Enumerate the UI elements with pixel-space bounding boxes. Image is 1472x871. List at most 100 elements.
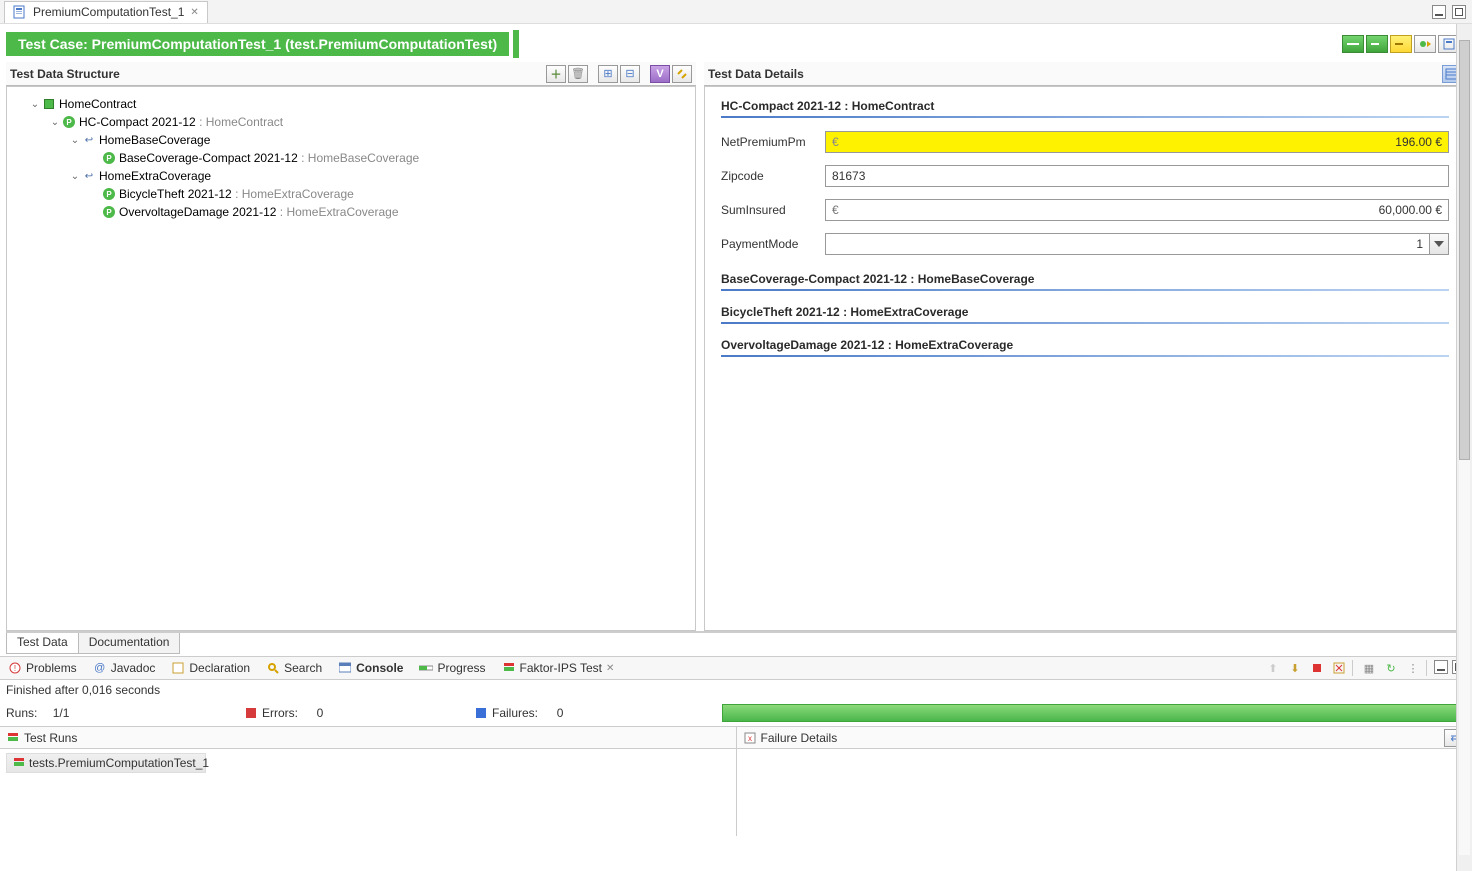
svg-text:x: x — [748, 734, 752, 743]
product-icon: P — [101, 205, 117, 219]
tab-label: Declaration — [189, 661, 250, 675]
failures-label: Failures: — [492, 706, 538, 720]
netpremium-field[interactable]: € 196.00 € — [825, 131, 1449, 153]
tab-test-data[interactable]: Test Data — [6, 633, 79, 654]
tab-search[interactable]: Search — [258, 659, 330, 677]
menu-button[interactable]: ⋮ — [1404, 660, 1422, 676]
test-progress-bar — [722, 704, 1460, 722]
link-button[interactable] — [672, 65, 692, 83]
tree-label: HomeExtraCoverage — [99, 169, 211, 183]
tab-label: Faktor-IPS Test — [520, 661, 602, 675]
tab-label: Javadoc — [111, 661, 156, 675]
tree-label: OvervoltageDamage 2021-12 — [119, 205, 276, 219]
close-icon[interactable]: ✕ — [190, 7, 198, 18]
tab-label: Console — [356, 661, 403, 675]
twisty-icon[interactable]: ⌄ — [49, 117, 61, 128]
suminsured-field[interactable]: € 60,000.00 € — [825, 199, 1449, 221]
show-all-button[interactable] — [1342, 35, 1364, 53]
case-title: Test Case: PremiumComputationTest_1 (tes… — [6, 32, 509, 56]
section-header: HC-Compact 2021-12 : HomeContract — [721, 99, 1449, 118]
minimize-button[interactable] — [1432, 5, 1446, 19]
header-gutter — [513, 30, 519, 58]
results-area: Test Runs tests.PremiumComputationTest_1… — [0, 726, 1472, 836]
tab-label: Search — [284, 661, 322, 675]
currency-prefix: € — [832, 135, 839, 149]
tree-node[interactable]: · P OvervoltageDamage 2021-12 : HomeExtr… — [13, 203, 689, 221]
javadoc-icon: @ — [93, 661, 107, 675]
field-label: SumInsured — [721, 203, 817, 217]
tab-problems[interactable]: ! Problems — [0, 659, 85, 677]
dropdown-button[interactable] — [1429, 233, 1449, 255]
delete-button[interactable]: 🗑 — [568, 65, 588, 83]
problems-icon: ! — [8, 661, 22, 675]
test-run-item[interactable]: tests.PremiumComputationTest_1 — [6, 753, 206, 773]
twisty-icon[interactable]: ⌄ — [29, 99, 41, 110]
tree-label: HC-Compact 2021-12 — [79, 115, 196, 129]
test-data-structure-pane: Test Data Structure ＋ 🗑 ⊞ ⊟ V ⌄ HomeCont… — [6, 62, 696, 631]
vertical-scrollbar[interactable] — [1456, 24, 1472, 871]
field-value: 81673 — [832, 169, 865, 183]
test-data-details-pane: Test Data Details HC-Compact 2021-12 : H… — [704, 62, 1466, 631]
tree-node[interactable]: · P BaseCoverage-Compact 2021-12 : HomeB… — [13, 149, 689, 167]
assoc-icon: ↩ — [81, 169, 97, 183]
section-header: OvervoltageDamage 2021-12 : HomeExtraCov… — [721, 338, 1449, 357]
declaration-icon — [171, 661, 185, 675]
product-icon: P — [61, 115, 77, 129]
field-value: 1 — [832, 237, 1423, 251]
twisty-icon[interactable]: ⌄ — [69, 135, 81, 146]
paymentmode-field[interactable]: 1 — [825, 233, 1429, 255]
tab-progress[interactable]: Progress — [411, 659, 493, 677]
zipcode-field[interactable]: 81673 — [825, 165, 1449, 187]
tab-console[interactable]: Console — [330, 659, 411, 677]
close-icon[interactable]: ✕ — [606, 663, 614, 674]
runs-label: Runs: — [6, 706, 37, 720]
tree-node[interactable]: · P BicycleTheft 2021-12 : HomeExtraCove… — [13, 185, 689, 203]
run-item-label: tests.PremiumComputationTest_1 — [29, 756, 209, 770]
tree-node[interactable]: ⌄ ↩ HomeExtraCoverage — [13, 167, 689, 185]
validate-button[interactable]: V — [650, 65, 670, 83]
tree-node-root[interactable]: ⌄ HomeContract — [13, 95, 689, 113]
failure-details-column: x Failure Details ⇄ — [737, 727, 1472, 836]
tab-ipstest[interactable]: Faktor-IPS Test ✕ — [494, 659, 623, 677]
product-icon: P — [101, 151, 117, 165]
runs-title: Test Runs — [24, 731, 77, 745]
tree-label: BaseCoverage-Compact 2021-12 — [119, 151, 298, 165]
stop-button[interactable] — [1308, 660, 1326, 676]
tree-type: : HomeExtraCoverage — [235, 187, 354, 201]
views-toolbar: ⬆ ⬇ ▦ ↻ ⋮ — [1264, 660, 1472, 676]
maximize-button[interactable] — [1452, 5, 1466, 19]
editor-tab-bar: PremiumComputationTest_1 ✕ — [0, 0, 1472, 24]
lock-button[interactable]: ▦ — [1360, 660, 1378, 676]
editor-bottom-tabs: Test Data Documentation — [6, 632, 1466, 654]
run-test-button[interactable] — [1414, 35, 1436, 53]
prev-button[interactable]: ⬆ — [1264, 660, 1282, 676]
scrollbar-thumb[interactable] — [1459, 40, 1470, 460]
errors-value: 0 — [317, 706, 324, 720]
twisty-icon[interactable]: ⌄ — [69, 171, 81, 182]
ipstest-icon — [502, 661, 516, 675]
add-button[interactable]: ＋ — [546, 65, 566, 83]
next-button[interactable]: ⬇ — [1286, 660, 1304, 676]
tree[interactable]: ⌄ HomeContract ⌄ P HC-Compact 2021-12 : … — [7, 87, 695, 229]
tab-documentation[interactable]: Documentation — [78, 633, 181, 654]
collapse-all-button[interactable]: ⊟ — [620, 65, 640, 83]
tree-node[interactable]: ⌄ P HC-Compact 2021-12 : HomeContract — [13, 113, 689, 131]
field-value: 60,000.00 € — [843, 203, 1442, 217]
refresh-button[interactable]: ↻ — [1382, 660, 1400, 676]
tab-label: Problems — [26, 661, 77, 675]
show-input-button[interactable] — [1366, 35, 1388, 53]
file-icon — [13, 5, 27, 19]
editor-tab[interactable]: PremiumComputationTest_1 ✕ — [4, 1, 208, 23]
tree-node[interactable]: ⌄ ↩ HomeBaseCoverage — [13, 131, 689, 149]
views-tabbar: ! Problems @ Javadoc Declaration Search … — [0, 656, 1472, 680]
expand-all-button[interactable]: ⊞ — [598, 65, 618, 83]
clear-button[interactable] — [1330, 660, 1348, 676]
case-header: Test Case: PremiumComputationTest_1 (tes… — [6, 30, 1466, 58]
runs-icon — [13, 757, 25, 769]
field-label: PaymentMode — [721, 237, 817, 251]
tree-type: : HomeExtraCoverage — [280, 205, 399, 219]
show-expected-button[interactable] — [1390, 35, 1412, 53]
view-minimize-button[interactable] — [1434, 660, 1448, 674]
tab-declaration[interactable]: Declaration — [163, 659, 258, 677]
tab-javadoc[interactable]: @ Javadoc — [85, 659, 164, 677]
